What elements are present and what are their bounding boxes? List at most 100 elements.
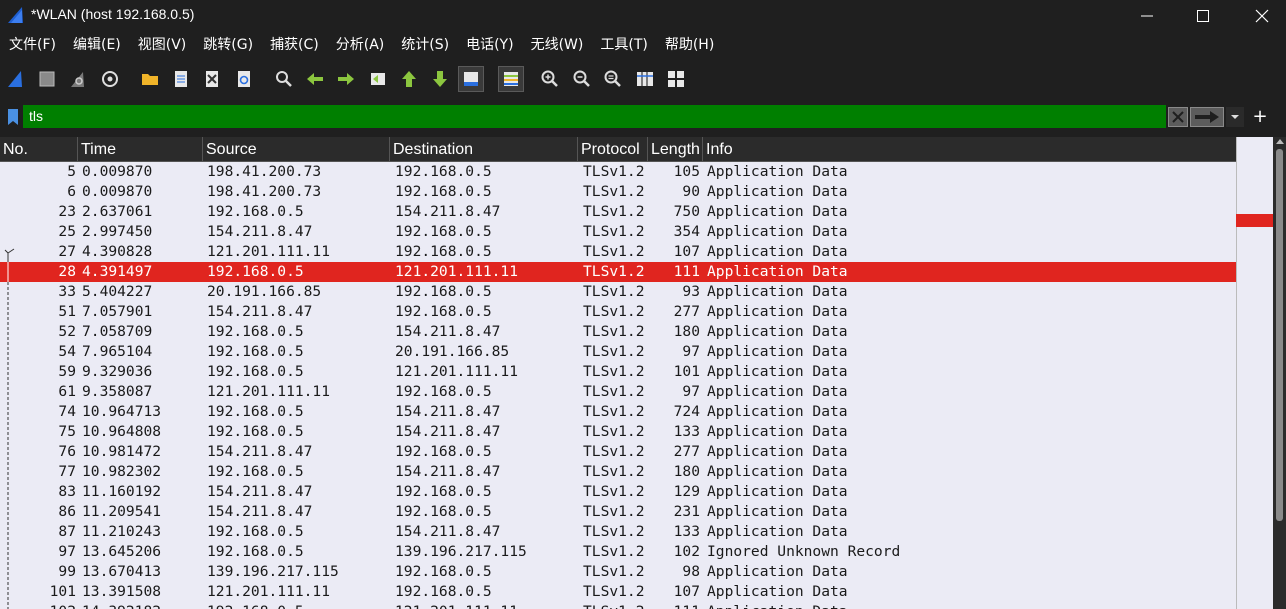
table-row-selected[interactable]: 28 4.391497 192.168.0.5 121.201.111.11 TLSv1…	[0, 262, 1236, 282]
table-row[interactable]: 25 2.997450 154.211.8.47 192.168.0.5 TLSv1.2…	[0, 222, 1236, 242]
packet-info-cell: Ignored Unknown Record	[707, 543, 901, 560]
capture-options-button[interactable]	[98, 67, 122, 91]
menu-file[interactable]: 文件(F)	[2, 31, 63, 60]
first-packet-button[interactable]	[397, 67, 421, 91]
table-row[interactable]: 5 0.009870 198.41.200.73 192.168.0.5 TLSv1.2…	[0, 162, 1236, 182]
table-row[interactable]: 83 11.160192 154.211.8.47 192.168.0.5 TLSv1.…	[0, 482, 1236, 502]
table-row[interactable]: 77 10.982302 192.168.0.5 154.211.8.47 TLSv1.…	[0, 462, 1236, 482]
packet-minimap[interactable]	[1236, 137, 1273, 609]
window-title: *WLAN (host 192.168.0.5)	[31, 6, 195, 22]
packet-source-cell: 121.201.111.11	[207, 383, 331, 400]
table-row[interactable]: 6 0.009870 198.41.200.73 192.168.0.5 TLSv1.2…	[0, 182, 1236, 202]
packet-info-cell: Application Data	[707, 243, 848, 260]
menu-capture[interactable]: 捕获(C)	[263, 31, 326, 60]
packet-info-cell: Application Data	[707, 343, 848, 360]
close-button[interactable]	[1233, 0, 1286, 31]
table-row[interactable]: 97 13.645206 192.168.0.5 139.196.217.115 TLS…	[0, 542, 1236, 562]
zoom-in-button[interactable]	[538, 67, 562, 91]
reload-file-button[interactable]	[232, 67, 256, 91]
table-row[interactable]: 86 11.209541 154.211.8.47 192.168.0.5 TLSv1.…	[0, 502, 1236, 522]
menu-help[interactable]: 帮助(H)	[658, 31, 721, 60]
zoom-out-button[interactable]	[570, 67, 594, 91]
table-row[interactable]: 101 13.391508 121.201.111.11 192.168.0.5 TLS…	[0, 582, 1236, 602]
apply-filter-button[interactable]	[1190, 107, 1224, 127]
column-header-no[interactable]: No.	[0, 137, 78, 162]
menu-statistics[interactable]: 统计(S)	[394, 31, 456, 60]
clear-filter-button[interactable]	[1168, 107, 1188, 127]
column-header-info[interactable]: Info	[703, 137, 1236, 162]
open-file-button[interactable]	[138, 67, 162, 91]
display-filter-input[interactable]: tls	[23, 105, 1166, 128]
packet-source-cell: 192.168.0.5	[207, 523, 304, 540]
scroll-up-arrow[interactable]	[1276, 139, 1284, 144]
table-row[interactable]: 27 4.390828 121.201.111.11 192.168.0.5 TLSv1…	[0, 242, 1236, 262]
go-back-button[interactable]	[303, 67, 327, 91]
find-packet-button[interactable]	[272, 67, 296, 91]
last-packet-button[interactable]	[428, 67, 452, 91]
filter-bookmark-button[interactable]	[2, 105, 23, 128]
table-row[interactable]: 76 10.981472 154.211.8.47 192.168.0.5 TLSv1.…	[0, 442, 1236, 462]
menu-telephony[interactable]: 电话(Y)	[459, 31, 520, 60]
filter-history-dropdown[interactable]	[1226, 107, 1244, 127]
restart-capture-button[interactable]	[66, 67, 90, 91]
table-row[interactable]: 75 10.964808 192.168.0.5 154.211.8.47 TLSv1.…	[0, 422, 1236, 442]
table-row[interactable]: 33 5.404227 20.191.166.85 192.168.0.5 TLSv1.…	[0, 282, 1236, 302]
scrollbar-thumb[interactable]	[1276, 149, 1283, 521]
start-capture-button[interactable]	[4, 67, 28, 91]
packet-destination-cell: 121.201.111.11	[395, 363, 519, 380]
related-packet-line	[4, 262, 16, 282]
packet-destination-cell: 154.211.8.47	[395, 523, 501, 540]
packet-protocol-cell: TLSv1.2	[583, 243, 645, 260]
column-header-length[interactable]: Length	[648, 137, 703, 162]
packet-length-cell: 129	[673, 483, 700, 500]
column-header-time[interactable]: Time	[78, 137, 203, 162]
table-row[interactable]: 52 7.058709 192.168.0.5 154.211.8.47 TLSv1.2…	[0, 322, 1236, 342]
packet-protocol-cell: TLSv1.2	[583, 463, 645, 480]
table-row[interactable]: 54 7.965104 192.168.0.5 20.191.166.85 TLSv1.…	[0, 342, 1236, 362]
column-header-source[interactable]: Source	[203, 137, 390, 162]
packet-length-cell: 107	[673, 583, 700, 600]
column-header-protocol[interactable]: Protocol	[578, 137, 648, 162]
chevron-down-icon	[1231, 115, 1239, 119]
packet-length-cell: 277	[673, 443, 700, 460]
table-row[interactable]: 87 11.210243 192.168.0.5 154.211.8.47 TLSv1.…	[0, 522, 1236, 542]
table-row[interactable]: 51 7.057901 154.211.8.47 192.168.0.5 TLSv1.2…	[0, 302, 1236, 322]
layout-button[interactable]	[664, 67, 688, 91]
menu-go[interactable]: 跳转(G)	[196, 31, 260, 60]
packet-length-cell: 101	[673, 363, 700, 380]
table-row[interactable]: 10214.392182192.168.0.5121.201.111.11TLS…	[0, 602, 1236, 609]
resize-columns-button[interactable]	[633, 67, 657, 91]
menu-tools[interactable]: 工具(T)	[593, 31, 654, 60]
table-row[interactable]: 74 10.964713 192.168.0.5 154.211.8.47 TLSv1.…	[0, 402, 1236, 422]
add-filter-button[interactable]: +	[1250, 105, 1270, 128]
save-file-button[interactable]	[169, 67, 193, 91]
packet-time-cell: 10.964713	[82, 403, 162, 420]
column-header-destination[interactable]: Destination	[390, 137, 578, 162]
minimize-button[interactable]	[1118, 0, 1176, 31]
menu-analyze[interactable]: 分析(A)	[329, 31, 392, 60]
packet-protocol-cell: TLSv1.2	[583, 523, 645, 540]
table-row[interactable]: 61 9.358087 121.201.111.11 192.168.0.5 TLSv1…	[0, 382, 1236, 402]
auto-scroll-button[interactable]	[458, 66, 484, 92]
table-row[interactable]: 59 9.329036 192.168.0.5 121.201.111.11 TLSv1…	[0, 362, 1236, 382]
menu-view[interactable]: 视图(V)	[131, 31, 194, 60]
colorize-button[interactable]	[498, 66, 524, 92]
maximize-button[interactable]	[1174, 0, 1232, 31]
close-file-button[interactable]	[200, 67, 224, 91]
packet-time-cell: 7.057901	[82, 303, 153, 320]
packet-time-cell: 0.009870	[82, 183, 153, 200]
related-packet-line	[4, 522, 16, 542]
normal-size-button[interactable]	[601, 67, 625, 91]
document-icon	[175, 71, 187, 87]
menu-wireless[interactable]: 无线(W)	[524, 31, 591, 60]
packet-destination-cell: 154.211.8.47	[395, 323, 501, 340]
stop-capture-button[interactable]	[35, 67, 59, 91]
go-forward-button[interactable]	[334, 67, 358, 91]
table-row[interactable]: 23 2.637061 192.168.0.5 154.211.8.47 TLSv1.2…	[0, 202, 1236, 222]
table-row[interactable]: 99 13.670413 139.196.217.115 192.168.0.5 TLS…	[0, 562, 1236, 582]
packet-list-scrollbar[interactable]	[1273, 137, 1286, 609]
packet-info-cell: Application Data	[707, 563, 848, 580]
menu-edit[interactable]: 编辑(E)	[66, 31, 128, 60]
packet-source-cell: 154.211.8.47	[207, 503, 313, 520]
go-to-packet-button[interactable]	[366, 67, 390, 91]
